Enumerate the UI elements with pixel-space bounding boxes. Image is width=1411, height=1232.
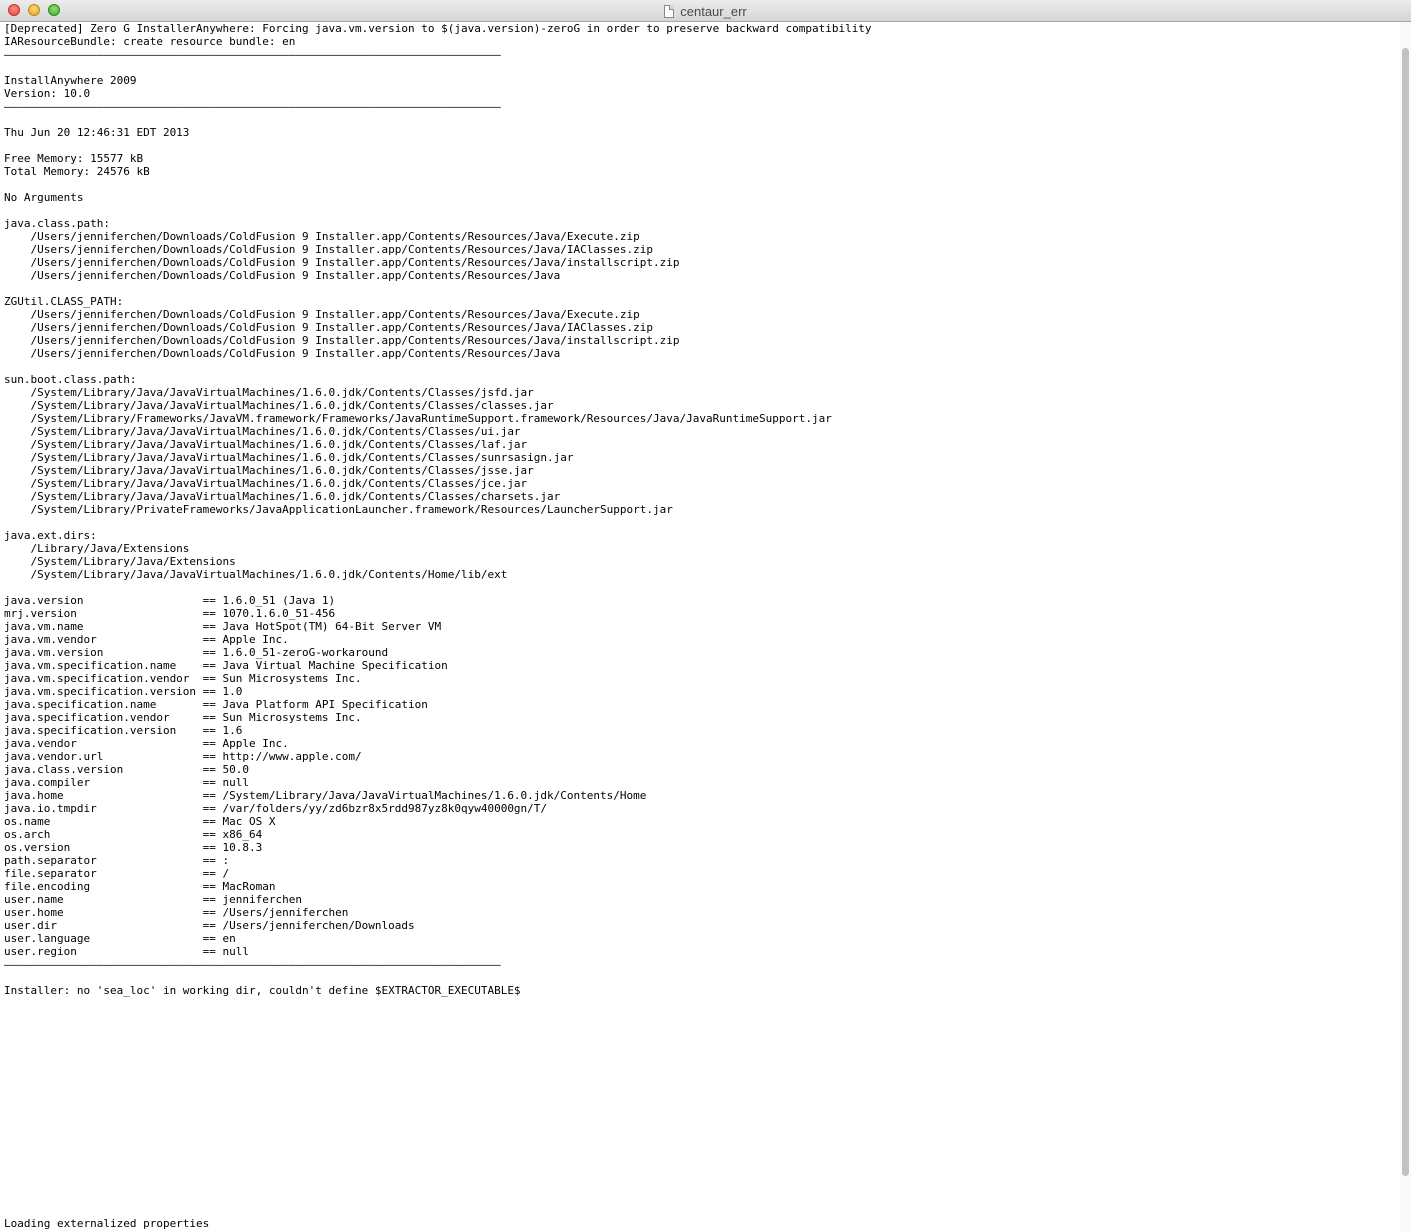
log-line: path.separator == :	[4, 854, 230, 867]
log-line: java.specification.version == 1.6	[4, 724, 243, 737]
log-line: java.vm.specification.vendor == Sun Micr…	[4, 672, 362, 685]
log-line: java.vm.version == 1.6.0_51-zeroG-workar…	[4, 646, 389, 659]
log-line: /System/Library/Java/JavaVirtualMachines…	[4, 399, 554, 412]
log-line: ————————————————————————————————————————…	[4, 48, 501, 61]
log-line: /System/Library/Java/JavaVirtualMachines…	[4, 425, 521, 438]
document-text-area[interactable]: [Deprecated] Zero G InstallerAnywhere: F…	[4, 22, 1399, 1202]
log-line: java.class.version == 50.0	[4, 763, 250, 776]
log-line: java.compiler == null	[4, 776, 250, 789]
log-line: Thu Jun 20 12:46:31 EDT 2013	[4, 126, 190, 139]
text-editor-window: centaur_err [Deprecated] Zero G Installe…	[0, 0, 1411, 1232]
log-line: InstallAnywhere 2009	[4, 74, 137, 87]
log-line: java.vm.name == Java HotSpot(TM) 64-Bit …	[4, 620, 442, 633]
log-line: java.version == 1.6.0_51 (Java 1)	[4, 594, 336, 607]
log-line: /Users/jenniferchen/Downloads/ColdFusion…	[4, 230, 640, 243]
log-line: sun.boot.class.path:	[4, 373, 137, 386]
log-line: java.vendor.url == http://www.apple.com/	[4, 750, 362, 763]
log-line: java.class.path:	[4, 217, 110, 230]
log-line: Version: 10.0	[4, 87, 91, 100]
log-line: user.name == jenniferchen	[4, 893, 303, 906]
log-line: /Library/Java/Extensions	[4, 542, 190, 555]
log-line: java.io.tmpdir == /var/folders/yy/zd6bzr…	[4, 802, 548, 815]
log-line: os.name == Mac OS X	[4, 815, 276, 828]
log-line: user.home == /Users/jenniferchen	[4, 906, 349, 919]
log-line: /System/Library/Java/JavaVirtualMachines…	[4, 386, 534, 399]
log-line: java.specification.name == Java Platform…	[4, 698, 428, 711]
vertical-scrollbar[interactable]	[1400, 22, 1411, 1232]
log-line: /System/Library/Frameworks/JavaVM.framew…	[4, 412, 832, 425]
log-line: /System/Library/Java/Extensions	[4, 555, 236, 568]
log-line: os.arch == x86_64	[4, 828, 263, 841]
log-line: No Arguments	[4, 191, 84, 204]
log-line: ZGUtil.CLASS_PATH:	[4, 295, 124, 308]
log-line: /System/Library/Java/JavaVirtualMachines…	[4, 477, 528, 490]
log-line: user.dir == /Users/jenniferchen/Download…	[4, 919, 415, 932]
scrollbar-thumb[interactable]	[1402, 48, 1409, 1176]
log-line: /System/Library/Java/JavaVirtualMachines…	[4, 568, 508, 581]
log-line: /System/Library/Java/JavaVirtualMachines…	[4, 464, 534, 477]
log-line: java.vm.specification.version == 1.0	[4, 685, 243, 698]
log-line: java.vendor == Apple Inc.	[4, 737, 289, 750]
log-line: /System/Library/Java/JavaVirtualMachines…	[4, 490, 561, 503]
log-line: java.vm.vendor == Apple Inc.	[4, 633, 289, 646]
log-line: mrj.version == 1070.1.6.0_51-456	[4, 607, 336, 620]
log-line: os.version == 10.8.3	[4, 841, 263, 854]
log-line: [Deprecated] Zero G InstallerAnywhere: F…	[4, 22, 872, 35]
log-line: /Users/jenniferchen/Downloads/ColdFusion…	[4, 308, 640, 321]
log-line: Free Memory: 15577 kB	[4, 152, 144, 165]
log-line: file.encoding == MacRoman	[4, 880, 276, 893]
log-line: user.language == en	[4, 932, 236, 945]
log-line: java.specification.vendor == Sun Microsy…	[4, 711, 362, 724]
log-line: /System/Library/PrivateFrameworks/JavaAp…	[4, 503, 673, 516]
log-line: Total Memory: 24576 kB	[4, 165, 150, 178]
log-line: /Users/jenniferchen/Downloads/ColdFusion…	[4, 347, 561, 360]
log-line: /Users/jenniferchen/Downloads/ColdFusion…	[4, 269, 561, 282]
log-line: java.ext.dirs:	[4, 529, 97, 542]
log-line: ————————————————————————————————————————…	[4, 100, 501, 113]
log-line: /Users/jenniferchen/Downloads/ColdFusion…	[4, 321, 654, 334]
window-title: centaur_err	[680, 3, 747, 19]
log-line: file.separator == /	[4, 867, 230, 880]
title-area: centaur_err	[0, 0, 1411, 22]
log-text[interactable]: [Deprecated] Zero G InstallerAnywhere: F…	[4, 22, 1399, 997]
log-line: /Users/jenniferchen/Downloads/ColdFusion…	[4, 334, 680, 347]
log-line: /Users/jenniferchen/Downloads/ColdFusion…	[4, 256, 680, 269]
document-icon	[664, 4, 675, 18]
status-line: Loading externalized properties	[4, 1217, 210, 1230]
log-line: java.vm.specification.name == Java Virtu…	[4, 659, 448, 672]
log-line: /System/Library/Java/JavaVirtualMachines…	[4, 451, 574, 464]
log-line: /System/Library/Java/JavaVirtualMachines…	[4, 438, 528, 451]
title-bar[interactable]: centaur_err	[0, 0, 1411, 22]
log-line: /Users/jenniferchen/Downloads/ColdFusion…	[4, 243, 654, 256]
log-line: ————————————————————————————————————————…	[4, 958, 501, 971]
log-line: java.home == /System/Library/Java/JavaVi…	[4, 789, 647, 802]
log-line: user.region == null	[4, 945, 250, 958]
log-line: Installer: no 'sea_loc' in working dir, …	[4, 984, 521, 997]
log-line: IAResourceBundle: create resource bundle…	[4, 35, 296, 48]
